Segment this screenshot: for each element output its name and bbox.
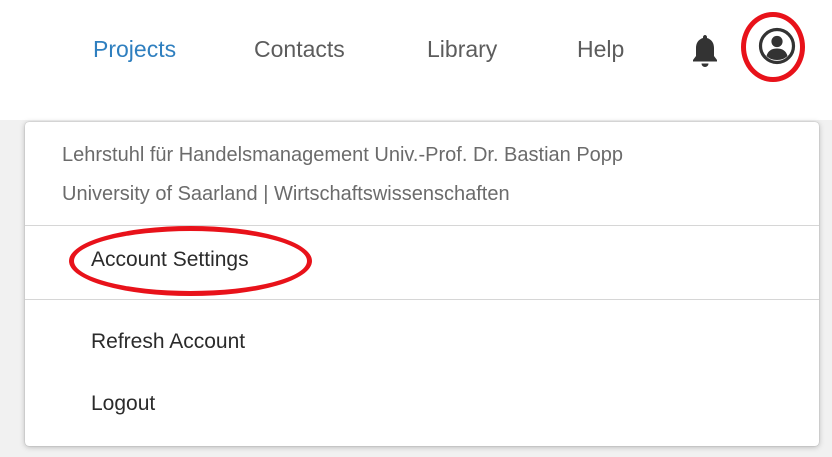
top-navigation: Projects Contacts Library Help — [0, 0, 832, 100]
nav-contacts[interactable]: Contacts — [254, 34, 345, 64]
organization-name: Lehrstuhl für Handelsmanagement Univ.-Pr… — [62, 144, 624, 166]
menu-item-logout[interactable]: Logout — [25, 376, 819, 434]
menu-item-refresh-account[interactable]: Refresh Account — [25, 314, 819, 372]
menu-item-label: Account Settings — [91, 248, 249, 271]
bell-icon[interactable] — [690, 33, 720, 69]
menu-item-account-settings[interactable]: Account Settings — [25, 226, 819, 298]
nav-library[interactable]: Library — [427, 34, 497, 64]
nav-help[interactable]: Help — [577, 34, 624, 64]
menu-divider — [25, 299, 819, 300]
organization-detail: University of Saarland | Wirtschaftswiss… — [62, 183, 510, 205]
user-circle-icon[interactable] — [757, 26, 797, 66]
menu-item-label: Refresh Account — [91, 330, 246, 353]
account-dropdown-menu: Lehrstuhl für Handelsmanagement Univ.-Pr… — [25, 122, 819, 446]
nav-projects[interactable]: Projects — [93, 34, 176, 64]
menu-item-label: Logout — [91, 392, 156, 415]
